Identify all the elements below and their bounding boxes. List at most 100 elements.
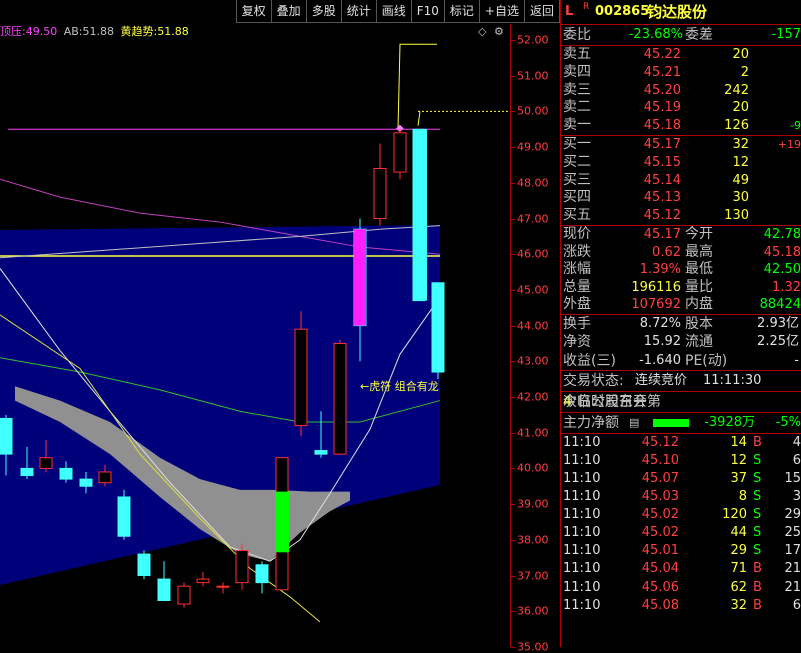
indicator-1: AB:51.88 — [64, 25, 118, 38]
panel-cell: 3 — [792, 489, 801, 505]
panel-cell: 买三 — [563, 171, 591, 188]
panel-cell: 11:10 — [563, 597, 601, 613]
panel-cell: 42.78 — [763, 226, 801, 242]
orderbook-asks-row[interactable]: 卖一 45.18 126 -9 — [561, 117, 801, 135]
panel-row: 交易状态: 连续竞价 11:11:30 — [561, 371, 801, 391]
axis-tick-label: 45.00 — [517, 283, 549, 297]
indicator-label: AB: — [63, 25, 83, 38]
axis-tick-label: 51.00 — [517, 69, 549, 83]
panel-cell: 45.08 — [641, 597, 679, 613]
panel-cell: 14 — [730, 434, 747, 450]
panel-row: 现价 45.17 今开 42.78 — [561, 226, 801, 244]
toolbar-button-7[interactable]: +自选 — [478, 0, 525, 23]
diamond-icon[interactable]: ◇ — [478, 24, 486, 40]
axis-tick-label: 44.00 — [517, 319, 549, 333]
panel-cell: 11:10 — [563, 471, 601, 487]
panel-cell: 12 — [732, 154, 749, 170]
panel-row: 净资 15.92 流通 2.25亿 — [561, 333, 801, 351]
axis-tick-label: 52.00 — [517, 33, 549, 47]
panel-cell: 45.14 — [643, 172, 681, 188]
price-axis: 52.00 51.00 50.00 49.00 48.00 47.00 46.00 45.00… — [510, 24, 561, 653]
panel-cell: S — [753, 543, 762, 559]
axis-tick-mark — [511, 75, 515, 77]
panel-cell: 45.12 — [643, 208, 681, 224]
tick-row: 11:10 45.06 62 B 21 — [561, 579, 801, 597]
toolbar-button-5[interactable]: F10 — [410, 0, 445, 23]
panel-cell: 8.72% — [639, 315, 681, 331]
axis-tick-label: 42.00 — [517, 390, 549, 404]
panel-cell: S — [753, 525, 762, 541]
panel-cell: 6 — [792, 597, 801, 613]
orderbook-bids-row[interactable]: 买二 45.15 12 — [561, 154, 801, 172]
trade-status-value: 连续竞价 — [635, 372, 688, 388]
candle-body-15 — [294, 328, 308, 427]
panel-cell: 流通 — [685, 334, 713, 351]
panel-cell: 88424 — [759, 297, 801, 313]
candlestick-chart[interactable]: ◆←虎符 组合有龙 — [0, 40, 510, 647]
axis-tick-mark — [511, 218, 515, 220]
toolbar-button-6[interactable]: 标记 — [443, 0, 480, 23]
candle-body-12 — [235, 550, 249, 584]
panel-cell: 45.19 — [643, 100, 681, 116]
axis-tick-mark — [511, 432, 515, 434]
candle-body-10 — [196, 578, 210, 584]
panel-cell: 45.10 — [641, 452, 679, 468]
tick-row: 11:10 45.10 12 S 6 — [561, 452, 801, 470]
quote-panel: L R 002865 钧达股份 委比 -23.68% 委差 -157 卖五 45.22 20 卖四 45… — [560, 0, 801, 647]
orderbook-asks-row[interactable]: 卖五 45.22 20 — [561, 46, 801, 64]
orderbook-asks-row[interactable]: 卖四 45.21 2 — [561, 64, 801, 82]
panel-cell: 涨幅 — [563, 261, 591, 278]
orderbook-bids-row[interactable]: 买三 45.14 49 — [561, 172, 801, 190]
main-flow-label: 主力净额 — [563, 414, 619, 431]
toolbar-button-4[interactable]: 画线 — [375, 0, 412, 23]
toolbar-button-3[interactable]: 统计 — [340, 0, 377, 23]
candle-body-5 — [98, 471, 112, 484]
main-flow-value: -3928万 — [704, 414, 755, 430]
panel-cell: 买四 — [563, 189, 591, 206]
panel-cell: S — [753, 471, 762, 487]
toolbar-button-2[interactable]: 多股 — [305, 0, 342, 23]
panel-cell: 卖五 — [563, 46, 591, 62]
toolbar-button-1[interactable]: 叠加 — [270, 0, 307, 23]
axis-tick-mark — [511, 361, 515, 363]
panel-cell: 卖一 — [563, 117, 591, 134]
panel-row: 换手 8.72% 股本 2.93亿 — [561, 315, 801, 333]
indicator-label: 顶压: — [0, 25, 26, 38]
main-flow-pct: -5% — [775, 414, 801, 430]
panel-cell: 委差 — [685, 27, 713, 43]
toolbar-button-8[interactable]: 返回 — [523, 0, 560, 23]
settings-icon[interactable]: ⚙ — [494, 24, 504, 40]
axis-tick-label: 43.00 — [517, 354, 549, 368]
axis-tick-label: 40.00 — [517, 461, 549, 475]
axis-tick-mark — [511, 504, 515, 506]
tick-row: 11:10 45.03 8 S 3 — [561, 488, 801, 506]
orderbook-bids-row[interactable]: 买五 45.12 130 — [561, 207, 801, 225]
panel-cell: 11:10 — [563, 579, 601, 595]
tick-row: 11:10 45.01 29 S 17 — [561, 542, 801, 560]
chart-annotation: ←虎符 组合有龙 — [360, 379, 439, 393]
panel-cell: 2.93亿 — [757, 315, 799, 331]
axis-tick-mark — [511, 468, 515, 470]
orderbook-bids-row[interactable]: 买四 45.13 30 — [561, 189, 801, 207]
panel-cell: 45.04 — [641, 561, 679, 577]
magenta-signal-bar — [354, 229, 366, 326]
notice-row[interactable]: 今日公司召开第 4 次临时股东会 — [561, 392, 801, 412]
toolbar-button-0[interactable]: 复权 — [235, 0, 272, 23]
ab-marker-line — [397, 43, 437, 130]
cyan-signal-bar — [413, 129, 427, 301]
axis-tick-mark — [511, 325, 515, 327]
panel-cell: 涨跌 — [563, 243, 591, 260]
orderbook-bids-row[interactable]: 买一 45.17 32 +19 — [561, 136, 801, 154]
axis-tick-mark — [511, 397, 515, 398]
panel-cell: 45.02 — [641, 507, 679, 523]
list-icon[interactable]: ▤ — [629, 413, 639, 433]
stock-code: 002865 — [595, 4, 650, 19]
orderbook-asks-row[interactable]: 卖二 45.19 20 — [561, 99, 801, 117]
panel-cell: 委比 — [563, 27, 591, 43]
panel-cell: B — [753, 579, 762, 595]
axis-tick-mark — [511, 40, 515, 41]
panel-cell: 21 — [784, 561, 801, 577]
panel-row: 涨跌 0.62 最高 45.18 — [561, 244, 801, 262]
orderbook-asks-row[interactable]: 卖三 45.20 242 — [561, 82, 801, 100]
panel-cell: 11:10 — [563, 489, 601, 505]
